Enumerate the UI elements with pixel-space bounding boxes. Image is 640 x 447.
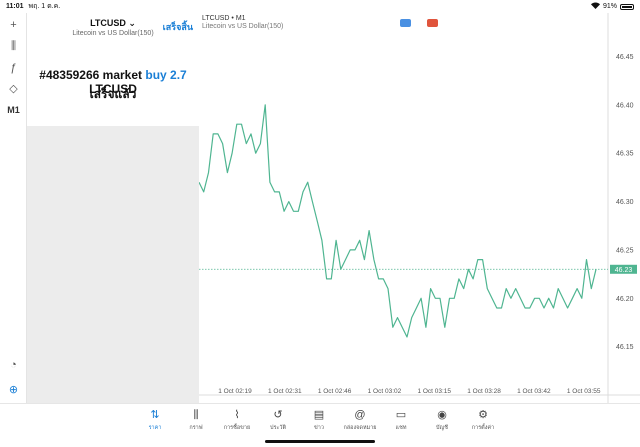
x-tick-label: 1 Oct 03:28: [467, 388, 501, 395]
nav-label: แชท: [395, 425, 407, 431]
price-chart[interactable]: LTCUSD • M1 Litecoin vs US Dollar(150) 4…: [199, 13, 640, 403]
bottom-nav: ⇅ ราคา ⫼ กราฟ ⌇ การซื้อขาย ↺ ประวัติ ▤ ข…: [0, 403, 640, 447]
y-tick-label: 46.45: [616, 54, 634, 61]
chart-canvas: 46.45 46.40 46.35 46.30 46.25 46.20 46.15 1 Oct…: [199, 13, 640, 403]
x-tick-label: 1 Oct 02:31: [268, 388, 302, 395]
x-tick-label: 1 Oct 03:42: [517, 388, 551, 395]
mailbox-icon: @: [354, 409, 366, 421]
chat-icon: ▭: [395, 409, 407, 421]
status-right: 91%: [590, 2, 634, 11]
nav-news[interactable]: ▤ ข่าว: [299, 408, 339, 432]
order-panel: LTCUSD ⌄ Litecoin vs US Dollar(150) เสร็…: [27, 13, 199, 403]
nav-label: กราฟ: [189, 425, 203, 431]
x-tick-label: 1 Oct 03:15: [417, 388, 451, 395]
x-tick-label: 1 Oct 03:55: [567, 388, 601, 395]
order-panel-header: LTCUSD ⌄ Litecoin vs US Dollar(150) เสร็…: [27, 13, 199, 126]
y-tick-label: 46.25: [616, 247, 634, 254]
timeframe-button[interactable]: M1: [5, 102, 22, 117]
settings-icon: ⚙: [478, 409, 488, 421]
order-side: buy 2.7: [145, 68, 187, 82]
alert-icon[interactable]: ◔: [5, 357, 22, 372]
price-series-line: [199, 104, 597, 338]
y-tick-label: 46.30: [616, 199, 634, 206]
crosshair-icon[interactable]: +: [5, 17, 22, 32]
quotes-icon: ⇅: [150, 409, 160, 421]
nav-trade[interactable]: ⌇ การซื้อขาย: [217, 408, 257, 432]
nav-quotes[interactable]: ⇅ ราคา: [135, 408, 175, 432]
y-tick-label: 46.40: [616, 102, 634, 109]
order-number: #48359266 market: [39, 68, 143, 82]
home-indicator: [265, 440, 375, 443]
x-tick-label: 1 Oct 03:02: [368, 388, 402, 395]
nav-label: ราคา: [148, 425, 162, 431]
y-tick-label: 46.15: [616, 344, 634, 351]
nav-mailbox[interactable]: @ กล่องจดหมาย: [340, 408, 380, 432]
wifi-icon: [590, 2, 600, 11]
nav-chart[interactable]: ⫼ กราฟ: [176, 408, 216, 432]
accounts-icon: ◉: [437, 409, 447, 421]
y-tick-label: 46.20: [616, 296, 634, 303]
app-root: 11:01 พฤ. 1 ต.ค. 91% + ⫼ ƒ ◇ M1 ◔ ⊕ LTCU…: [0, 0, 640, 447]
nav-label: กล่องจดหมาย: [343, 425, 377, 431]
nav-history[interactable]: ↺ ประวัติ: [258, 408, 298, 432]
history-icon: ↺: [273, 409, 283, 421]
nav-label: บัญชี: [436, 425, 448, 431]
battery-icon: [620, 3, 634, 10]
add-indicator-icon[interactable]: ⊕: [5, 382, 22, 397]
function-icon[interactable]: ƒ: [5, 60, 22, 75]
nav-label: การตั้งค่า: [471, 425, 495, 431]
current-price-label: 46.23: [615, 267, 633, 274]
shapes-icon[interactable]: ◇: [5, 81, 22, 96]
left-toolbar: + ⫼ ƒ ◇ M1 ◔ ⊕: [0, 13, 27, 403]
nav-label: ข่าว: [314, 425, 324, 431]
battery-percent: 91%: [602, 3, 617, 10]
x-tick-label: 1 Oct 02:46: [318, 388, 352, 395]
nav-accounts[interactable]: ◉ บัญชี: [422, 408, 462, 432]
nav-label: การซื้อขาย: [223, 425, 251, 431]
y-tick-label: 46.35: [616, 151, 634, 158]
chart-icon: ⫼: [193, 409, 199, 421]
done-button[interactable]: เสร็จสิ้น: [163, 20, 193, 34]
trade-icon: ⌇: [234, 409, 240, 421]
nav-settings[interactable]: ⚙ การตั้งค่า: [463, 408, 503, 432]
nav-label: ประวัติ: [269, 425, 287, 431]
status-date: พฤ. 1 ต.ค.: [28, 3, 61, 10]
nav-chat[interactable]: ▭ แชท: [381, 408, 421, 432]
order-status: เสร็จแล้ว: [89, 87, 137, 101]
status-time: 11:01: [6, 3, 24, 10]
x-tick-label: 1 Oct 02:19: [218, 388, 252, 395]
candles-icon[interactable]: ⫼: [5, 39, 22, 54]
news-icon: ▤: [313, 409, 325, 421]
status-bar: 11:01 พฤ. 1 ต.ค. 91%: [0, 0, 640, 13]
